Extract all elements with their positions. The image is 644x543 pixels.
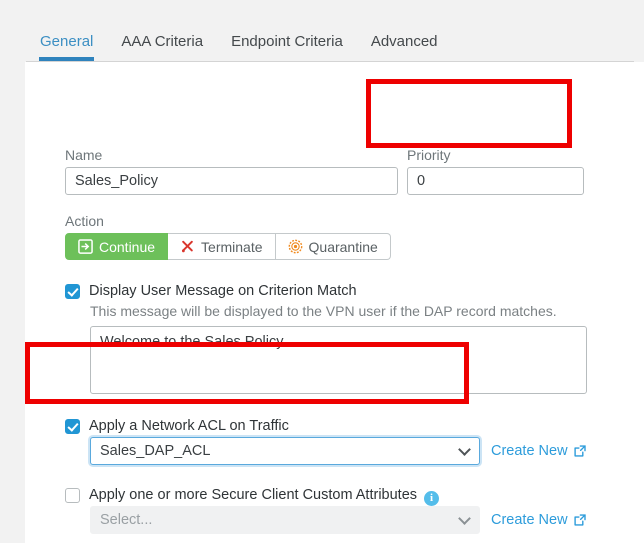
action-quarantine-label: Quarantine (308, 238, 378, 255)
display-user-message-help: This message will be displayed to the VP… (90, 303, 557, 319)
apply-custom-attributes-row[interactable]: Apply one or more Secure Client Custom A… (65, 486, 440, 506)
name-label: Name (65, 147, 103, 163)
name-input[interactable] (65, 167, 398, 195)
info-icon[interactable]: i (424, 490, 440, 506)
user-message-textarea[interactable]: Welcome to the Sales Policy. (90, 326, 587, 394)
action-terminate-label: Terminate (201, 238, 263, 255)
tab-aaa-criteria[interactable]: AAA Criteria (107, 33, 217, 62)
tab-general[interactable]: General (26, 33, 107, 62)
custom-attributes-selected-value: Select... (100, 512, 153, 528)
custom-attributes-create-new-link[interactable]: Create New (491, 512, 587, 528)
action-terminate-button[interactable]: Terminate (168, 233, 276, 260)
action-button-group: Continue Terminate Quarantine (65, 233, 391, 260)
network-acl-select[interactable]: Sales_DAP_ACL (90, 437, 480, 465)
network-acl-selected-value: Sales_DAP_ACL (100, 443, 211, 459)
apply-network-acl-label: Apply a Network ACL on Traffic (89, 418, 289, 434)
tab-endpoint-criteria[interactable]: Endpoint Criteria (217, 33, 357, 62)
action-continue-label: Continue (99, 238, 156, 255)
display-user-message-row[interactable]: Display User Message on Criterion Match (65, 282, 357, 300)
apply-custom-attributes-checkbox[interactable] (65, 488, 80, 503)
tab-advanced[interactable]: Advanced (357, 33, 452, 62)
general-form-card: Name Priority Action Continue (25, 62, 644, 543)
chevron-down-icon (458, 512, 471, 525)
network-acl-create-new-link[interactable]: Create New (491, 443, 587, 459)
tab-list: General AAA Criteria Endpoint Criteria A… (26, 22, 452, 62)
dap-policy-general-panel: General AAA Criteria Endpoint Criteria A… (0, 0, 644, 543)
tab-bar: General AAA Criteria Endpoint Criteria A… (0, 0, 644, 62)
continue-arrow-icon (78, 239, 93, 254)
custom-attributes-create-new-label: Create New (491, 512, 568, 528)
custom-attributes-select[interactable]: Select... (90, 506, 480, 534)
chevron-down-icon (458, 443, 471, 456)
priority-input[interactable] (407, 167, 584, 195)
external-link-icon (573, 444, 587, 458)
quarantine-biohazard-icon (288, 239, 303, 254)
action-continue-button[interactable]: Continue (65, 233, 169, 260)
apply-network-acl-row[interactable]: Apply a Network ACL on Traffic (65, 417, 289, 435)
apply-network-acl-checkbox[interactable] (65, 419, 80, 434)
apply-custom-attributes-label: Apply one or more Secure Client Custom A… (89, 486, 440, 506)
action-quarantine-button[interactable]: Quarantine (275, 233, 391, 260)
external-link-icon (573, 513, 587, 527)
display-user-message-checkbox[interactable] (65, 284, 80, 299)
terminate-x-icon (180, 239, 195, 254)
custom-attributes-select-wrapper: Select... (90, 506, 480, 534)
priority-label: Priority (407, 147, 451, 163)
action-label: Action (65, 213, 104, 229)
network-acl-select-wrapper: Sales_DAP_ACL (90, 437, 480, 465)
network-acl-create-new-label: Create New (491, 443, 568, 459)
apply-custom-attributes-text: Apply one or more Secure Client Custom A… (89, 487, 418, 503)
display-user-message-label: Display User Message on Criterion Match (89, 283, 357, 299)
